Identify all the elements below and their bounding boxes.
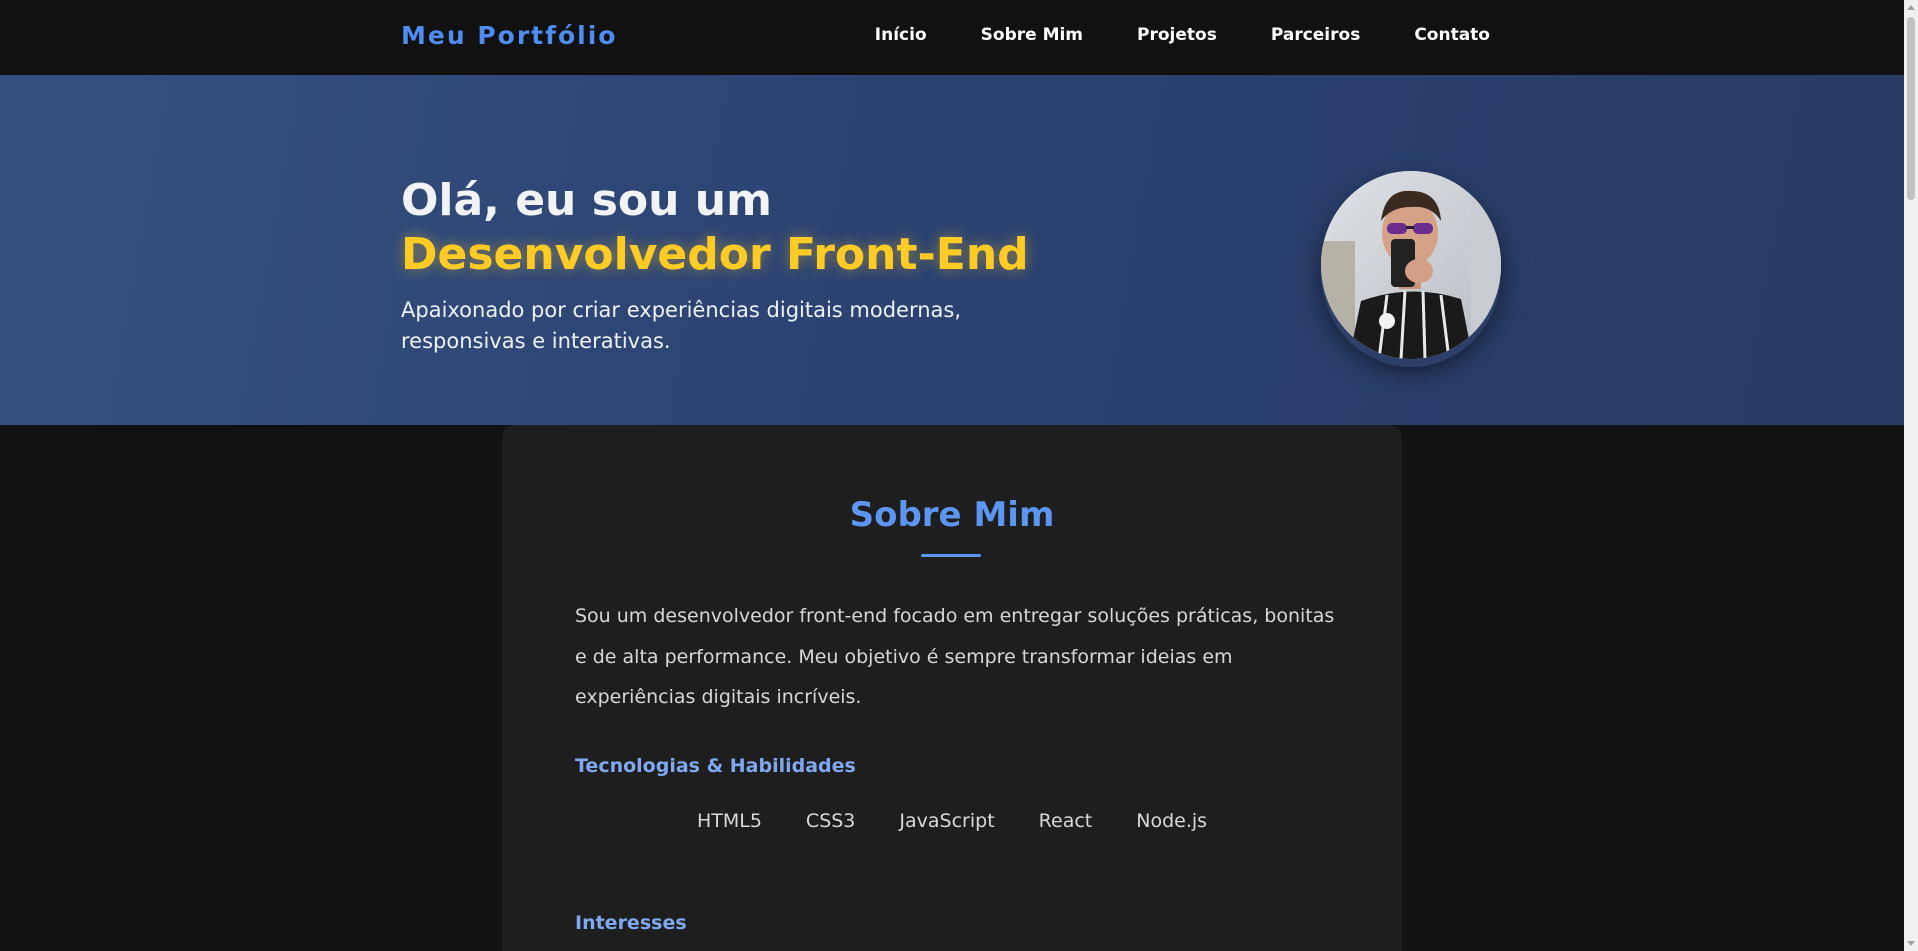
hero-title: Olá, eu sou um Desenvolvedor Front-End (401, 174, 1029, 282)
main-nav: Início Sobre Mim Projetos Parceiros Cont… (875, 25, 1490, 45)
brand-logo[interactable]: Meu Portfólio (401, 21, 617, 50)
about-title: Sobre Mim (849, 495, 1055, 535)
nav-link-sobre-mim[interactable]: Sobre Mim (981, 25, 1083, 45)
about-title-underline (921, 554, 981, 557)
profile-photo-illustration (1321, 171, 1501, 359)
skill-item: React (1038, 810, 1093, 832)
about-section: Sobre Mim Sou um desenvolvedor front-end… (502, 425, 1402, 951)
hero-title-greeting: Olá, eu sou um (401, 175, 772, 226)
hero-title-role: Desenvolvedor Front-End (401, 229, 1029, 280)
skill-item: CSS3 (805, 810, 856, 832)
nav-link-inicio[interactable]: Início (875, 25, 927, 45)
nav-link-contato[interactable]: Contato (1414, 25, 1490, 45)
scroll-down-icon[interactable] (1907, 941, 1915, 946)
skills-heading: Tecnologias & Habilidades (575, 755, 856, 777)
scroll-up-icon[interactable] (1907, 5, 1915, 10)
scroll-thumb[interactable] (1907, 17, 1915, 200)
skill-item: HTML5 (696, 810, 762, 832)
hero-subtitle: Apaixonado por criar experiências digita… (401, 298, 962, 353)
hero-section: Olá, eu sou um Desenvolvedor Front-End A… (0, 75, 1904, 425)
page-scrollbar[interactable] (1904, 0, 1918, 951)
interests-heading: Interesses (575, 912, 687, 934)
profile-photo-icon (1321, 171, 1501, 359)
nav-link-projetos[interactable]: Projetos (1137, 25, 1217, 45)
skill-item: JavaScript (899, 810, 995, 832)
skills-list: HTML5 CSS3 JavaScript React Node.js (502, 810, 1402, 832)
about-description: Sou um desenvolvedor front-end focado em… (575, 605, 1335, 708)
top-navbar: Meu Portfólio Início Sobre Mim Projetos … (0, 0, 1904, 75)
skill-item: Node.js (1136, 810, 1208, 832)
nav-link-parceiros[interactable]: Parceiros (1271, 25, 1360, 45)
